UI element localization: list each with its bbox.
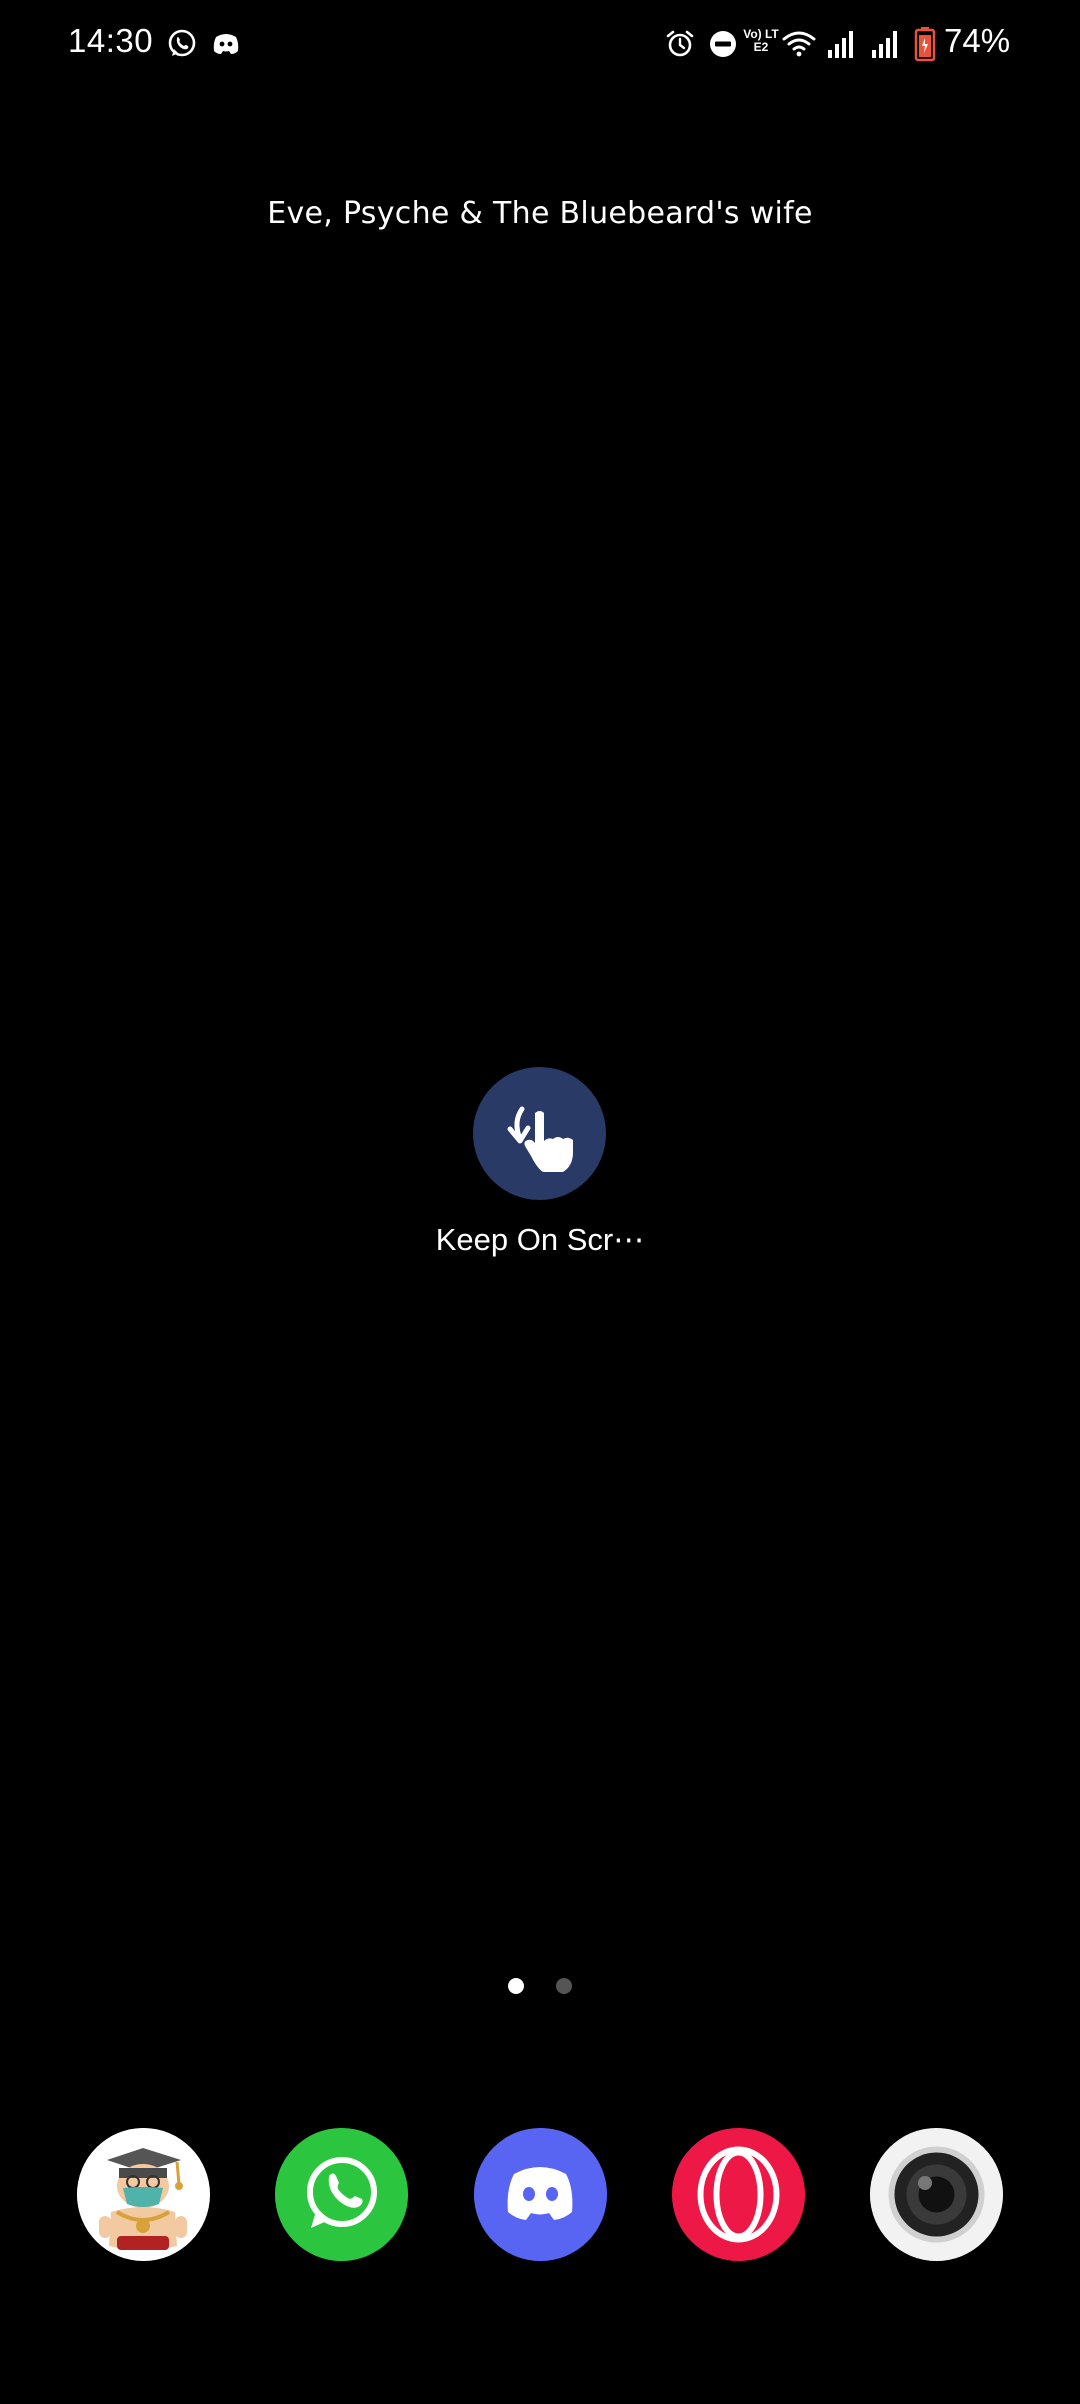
alarm-icon [666, 30, 694, 57]
page-indicator-inactive [556, 1978, 572, 1994]
signal-icon [828, 31, 853, 58]
dock-app-camera[interactable] [870, 2128, 1003, 2261]
page-indicator-active [508, 1978, 524, 1994]
avatar-sticker-icon [77, 2128, 209, 2260]
wifi-icon [782, 31, 816, 57]
status-time: 14:30 [68, 22, 154, 59]
battery-percent: 74% [944, 22, 1011, 59]
keep-on-screen-app-icon[interactable] [473, 1067, 606, 1200]
battery-icon [914, 27, 936, 62]
dock-app-discord[interactable] [474, 2128, 607, 2261]
discord-icon [213, 34, 239, 54]
keep-on-screen-app-label[interactable]: Keep On Scr⋯ [0, 1222, 1080, 1258]
dock-app-opera[interactable] [672, 2128, 805, 2261]
do-not-disturb-icon [710, 31, 736, 57]
discord-icon [474, 2128, 607, 2261]
status-bar: 14:30 Vo) LTE2 74% [0, 0, 1080, 90]
opera-icon [672, 2128, 805, 2261]
touch-gesture-icon [507, 1106, 573, 1172]
whatsapp-icon [168, 29, 196, 57]
volte-label: Vo) LTE2 [743, 27, 779, 54]
widget-title[interactable]: Eve, Psyche & The Bluebeard's wife [0, 196, 1080, 231]
volte-icon: Vo) LTE2 [743, 28, 779, 60]
signal-icon [872, 31, 897, 58]
dock-app-whatsapp[interactable] [275, 2128, 408, 2261]
camera-icon [870, 2128, 1003, 2261]
whatsapp-icon [275, 2128, 408, 2261]
dock-app-avatar[interactable] [77, 2128, 210, 2261]
